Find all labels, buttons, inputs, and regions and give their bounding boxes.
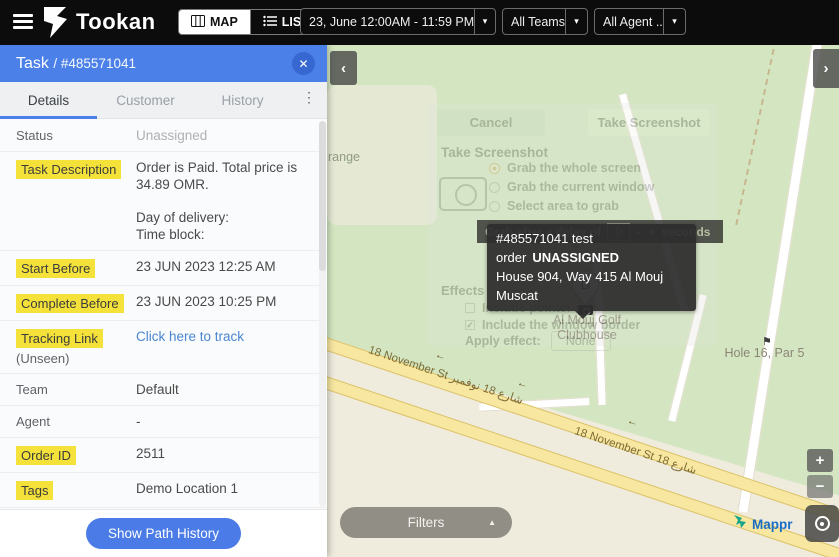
task-field-row: Task Description Order is Paid. Total pr… [0,152,327,251]
field-label: Team [16,382,48,397]
radio-icon [489,182,500,193]
field-label: Agent [16,414,50,429]
field-value: Order is Paid. Total price is 34.89 OMR.… [136,159,317,243]
camera-icon [439,177,487,211]
field-value: Default [136,381,317,398]
filters-button[interactable]: Filters ▲ [340,507,512,538]
close-icon[interactable]: ✕ [292,52,315,75]
kebab-menu-icon[interactable]: ⋮ [299,89,319,111]
take-screenshot-button[interactable]: Take Screenshot [588,109,710,136]
tab-customer[interactable]: Customer [97,82,194,118]
panel-collapse-chevron-left[interactable]: ‹ [330,51,357,85]
zoom-in-button[interactable]: + [807,449,833,472]
chevron-down-icon: ▾ [663,9,685,34]
page-title: Task / #485571041 [16,55,292,73]
top-navigation-bar: Tookan MAP LIST 23, June 12:00AM - 11:59… [0,0,839,45]
golf-hole-label: Hole 16, Par 5 [702,346,827,360]
field-value: 23 JUN 2023 12:25 AM [136,258,317,278]
mappr-bird-icon [732,513,749,535]
tab-history[interactable]: History [194,82,291,118]
road-direction-arrow: ← [433,349,447,364]
map-icon [191,15,205,30]
task-field-row: Complete Before 23 JUN 2023 10:25 PM [0,286,327,321]
field-value: - [136,413,317,430]
app-root: Tookan MAP LIST 23, June 12:00AM - 11:59… [0,0,839,557]
road-direction-arrow: ← [625,415,639,430]
zoom-out-button[interactable]: − [807,475,833,498]
caret-up-icon: ▲ [488,518,496,527]
panel-scrollbar[interactable] [319,121,326,507]
dialog-heading: Take Screenshot [441,145,548,160]
task-fields-list: Status Unassigned Task Description Order… [0,120,327,509]
field-value: 23 JUN 2023 10:25 PM [136,293,317,313]
select-area-option[interactable]: Select area to grab [489,199,619,213]
field-label: Complete Before [16,294,124,313]
field-label: Start Before [16,259,95,278]
task-panel-header: Task / #485571041 ✕ [0,45,327,82]
include-window-border-checkbox[interactable]: ✓ Include the window border [465,318,640,332]
panel-footer: Show Path History [0,509,327,557]
task-field-row: Tracking Link (Unseen) Click here to tra… [0,321,327,374]
checkbox-checked-icon: ✓ [465,320,475,330]
teams-filter-dropdown[interactable]: All Teams ▾ [502,8,588,35]
task-map-tooltip: #485571041 test orderUNASSIGNED House 90… [487,224,696,311]
field-sublabel: (Unseen) [16,351,136,366]
task-detail-panel: Task / #485571041 ✕ Details Customer Histo… [0,45,327,557]
tab-label: History [221,93,263,108]
apply-effect-row: Apply effect: None [465,331,611,351]
radio-icon [489,201,500,212]
task-id: #485571041 [61,56,136,71]
map-canvas[interactable]: ← ← ← 18 November St شارع 18 نوفمبر 18 N… [327,45,839,557]
field-value: Unassigned [136,127,317,144]
task-field-row: Start Before 23 JUN 2023 12:25 AM [0,251,327,286]
field-value[interactable]: Click here to track [136,328,317,366]
agents-filter-dropdown[interactable]: All Agent .. ▾ [594,8,686,35]
list-icon [263,15,277,30]
field-value: Demo Location 1 [136,480,317,500]
panel-expand-chevron-right[interactable]: › [813,49,839,88]
tookan-logo-icon [40,6,70,44]
grab-whole-screen-option[interactable]: Grab the whole screen [489,161,641,175]
map-attribution: Mappr [732,513,793,535]
effect-select[interactable]: None [551,331,611,351]
tab-label: Details [28,93,69,108]
task-field-row: Team Default [0,374,327,406]
effects-heading: Effects [441,283,484,298]
field-label: Tracking Link [16,329,103,348]
apply-effect-label: Apply effect: [465,334,541,348]
tooltip-address: House 904, Way 415 Al Mouj Muscat [496,267,687,305]
task-field-row: Agent - [0,406,327,438]
chevron-down-icon: ▾ [474,9,495,34]
field-label: Task Description [16,160,121,179]
tooltip-status-badge: UNASSIGNED [532,250,619,265]
task-field-row: Status Unassigned [0,120,327,152]
field-value: 2511 [136,445,317,465]
cancel-button[interactable]: Cancel [437,109,545,136]
chevron-down-icon: ▾ [565,9,587,34]
field-label: Tags [16,481,53,500]
tab-details[interactable]: Details [0,82,97,118]
date-range-picker[interactable]: 23, June 12:00AM - 11:59 PM ▾ [300,8,496,35]
cutoff-map-label: range [328,150,360,164]
map-zoom-controls: + − [807,449,833,501]
show-path-history-button[interactable]: Show Path History [86,518,241,549]
grab-current-window-option[interactable]: Grab the current window [489,180,654,194]
road-direction-arrow: ← [515,377,529,392]
checkbox-icon [465,303,475,313]
brand-title: Tookan [76,9,156,35]
radio-selected-icon [489,163,500,174]
task-field-row: Order ID 2511 [0,438,327,473]
task-field-row: Tags Demo Location 1 [0,473,327,508]
task-tabs: Details Customer History [0,82,327,119]
tab-label: Customer [116,93,175,108]
field-label: Status [16,128,53,143]
map-view-button[interactable]: MAP [179,10,250,34]
map-dashed-trail [735,45,776,225]
map-road [738,45,824,513]
geolocate-button[interactable] [805,505,839,542]
hamburger-menu-icon[interactable] [13,14,33,30]
field-label: Order ID [16,446,76,465]
crosshair-icon [815,516,830,531]
